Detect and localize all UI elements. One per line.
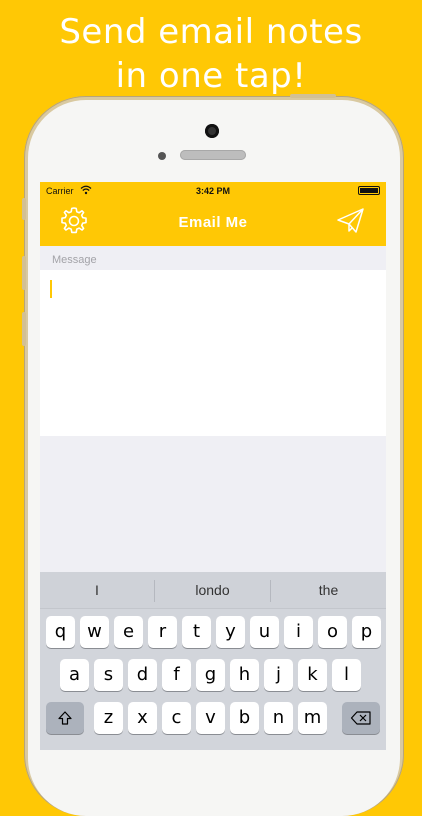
key-j[interactable]: j	[264, 659, 293, 691]
key-k[interactable]: k	[298, 659, 327, 691]
mute-switch	[22, 198, 26, 220]
keyboard: I londo the q w e r t y u i o p a s d f …	[40, 572, 386, 750]
front-camera	[205, 124, 219, 138]
key-y[interactable]: y	[216, 616, 245, 648]
key-x[interactable]: x	[128, 702, 157, 734]
earpiece-speaker	[180, 150, 246, 160]
key-w[interactable]: w	[80, 616, 109, 648]
proximity-sensor	[158, 152, 166, 160]
key-b[interactable]: b	[230, 702, 259, 734]
key-n[interactable]: n	[264, 702, 293, 734]
promo-line-2: in one tap!	[115, 56, 307, 96]
key-l[interactable]: l	[332, 659, 361, 691]
key-p[interactable]: p	[352, 616, 381, 648]
suggestion-3[interactable]: the	[271, 572, 386, 608]
key-a[interactable]: a	[60, 659, 89, 691]
key-z[interactable]: z	[94, 702, 123, 734]
suggestion-1[interactable]: I	[40, 572, 154, 608]
key-e[interactable]: e	[114, 616, 143, 648]
delete-key[interactable]	[342, 702, 380, 734]
key-c[interactable]: c	[162, 702, 191, 734]
promo-line-1: Send email notes	[59, 12, 363, 52]
key-u[interactable]: u	[250, 616, 279, 648]
volume-up-button	[22, 256, 26, 290]
key-q[interactable]: q	[46, 616, 75, 648]
paper-plane-icon[interactable]	[336, 206, 366, 236]
key-i[interactable]: i	[284, 616, 313, 648]
key-t[interactable]: t	[182, 616, 211, 648]
key-o[interactable]: o	[318, 616, 347, 648]
status-bar: Carrier 3:42 PM	[40, 182, 386, 200]
key-r[interactable]: r	[148, 616, 177, 648]
promo-headline: Send email notes in one tap!	[0, 10, 422, 98]
suggestion-bar: I londo the	[40, 572, 386, 609]
backspace-icon	[350, 711, 371, 725]
text-cursor	[50, 280, 52, 298]
key-d[interactable]: d	[128, 659, 157, 691]
power-button	[290, 94, 336, 98]
nav-title: Email Me	[178, 214, 248, 231]
message-text-area[interactable]	[40, 270, 386, 436]
volume-down-button	[22, 312, 26, 346]
key-f[interactable]: f	[162, 659, 191, 691]
key-s[interactable]: s	[94, 659, 123, 691]
key-g[interactable]: g	[196, 659, 225, 691]
battery-icon	[358, 186, 380, 195]
phone-screen: Carrier 3:42 PM Email Me Message I londo…	[40, 182, 386, 750]
shift-key[interactable]	[46, 702, 84, 734]
key-m[interactable]: m	[298, 702, 327, 734]
key-h[interactable]: h	[230, 659, 259, 691]
status-time: 3:42 PM	[195, 186, 230, 196]
suggestion-2[interactable]: londo	[155, 572, 270, 608]
key-v[interactable]: v	[196, 702, 225, 734]
message-label: Message	[52, 254, 97, 266]
shift-arrow-icon	[58, 711, 72, 725]
navigation-bar: Email Me	[40, 200, 386, 246]
